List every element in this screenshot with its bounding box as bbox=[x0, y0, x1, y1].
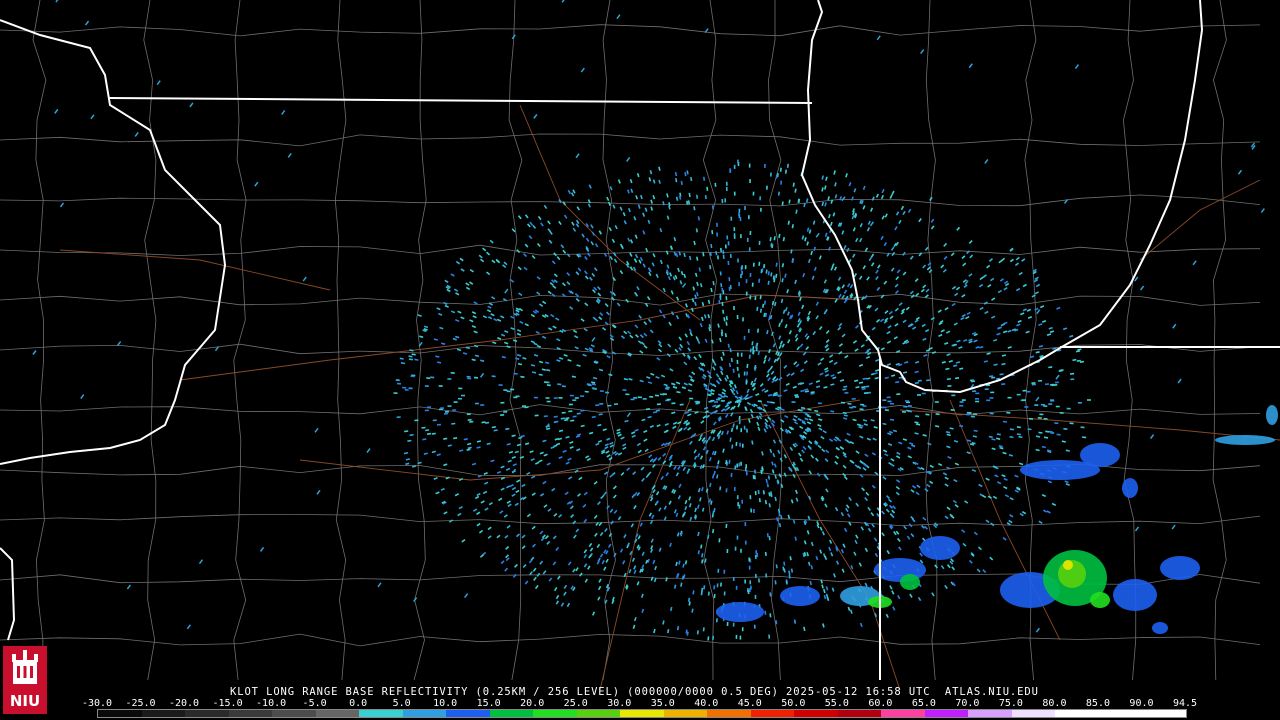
scale-swatch bbox=[1098, 710, 1143, 717]
scale-label: 30.0 bbox=[607, 698, 632, 709]
scale-label: 0.0 bbox=[349, 698, 368, 709]
echo-cell bbox=[900, 574, 920, 590]
reflectivity-color-scale bbox=[97, 709, 1187, 718]
scale-swatch bbox=[576, 710, 621, 717]
scale-label: 70.0 bbox=[955, 698, 980, 709]
scale-swatch bbox=[837, 710, 882, 717]
scale-swatch bbox=[446, 710, 490, 717]
scale-swatch bbox=[315, 710, 360, 717]
scale-swatch bbox=[707, 710, 751, 717]
scale-swatch bbox=[272, 710, 316, 717]
niu-castle-icon bbox=[12, 650, 38, 684]
scale-swatch bbox=[98, 710, 142, 717]
radar-map bbox=[0, 0, 1280, 720]
scale-swatch bbox=[750, 710, 795, 717]
scale-label: 80.0 bbox=[1042, 698, 1067, 709]
logo-text: NIU bbox=[10, 692, 40, 710]
echo-cell bbox=[920, 536, 960, 560]
scale-swatch bbox=[968, 710, 1012, 717]
scale-label: 20.0 bbox=[520, 698, 545, 709]
scale-label: 40.0 bbox=[694, 698, 719, 709]
scale-swatch bbox=[1011, 710, 1056, 717]
scale-swatch bbox=[1055, 710, 1099, 717]
scale-label: 15.0 bbox=[476, 698, 501, 709]
scale-swatch bbox=[402, 710, 447, 717]
scale-swatch bbox=[185, 710, 229, 717]
scale-label: 10.0 bbox=[433, 698, 458, 709]
scale-label: 25.0 bbox=[563, 698, 588, 709]
echo-cell bbox=[716, 602, 764, 622]
scale-label: 65.0 bbox=[911, 698, 936, 709]
scale-swatch bbox=[620, 710, 664, 717]
scale-swatch bbox=[533, 710, 577, 717]
scale-swatch bbox=[141, 710, 186, 717]
echo-cell bbox=[1266, 405, 1278, 425]
scale-swatch bbox=[228, 710, 273, 717]
scale-label: 90.0 bbox=[1129, 698, 1154, 709]
scale-label: -15.0 bbox=[212, 698, 243, 709]
echo-cell bbox=[1090, 592, 1110, 608]
scale-label: 60.0 bbox=[868, 698, 893, 709]
scale-label: -5.0 bbox=[302, 698, 327, 709]
echo-cell bbox=[1152, 622, 1168, 634]
scale-swatch bbox=[489, 710, 534, 717]
echo-cell bbox=[780, 586, 820, 606]
scale-swatch bbox=[359, 710, 403, 717]
scale-label: 5.0 bbox=[392, 698, 411, 709]
scale-label: -30.0 bbox=[81, 698, 113, 709]
scale-swatch bbox=[663, 710, 708, 717]
echo-cell bbox=[1215, 435, 1275, 445]
scale-label: 94.5 bbox=[1172, 698, 1198, 709]
scale-label: -25.0 bbox=[125, 698, 156, 709]
echo-cell bbox=[1122, 478, 1138, 498]
scale-swatch bbox=[1142, 710, 1186, 717]
scale-label: 75.0 bbox=[998, 698, 1023, 709]
scale-label: -10.0 bbox=[256, 698, 287, 709]
scale-label: -20.0 bbox=[168, 698, 200, 709]
echo-cell bbox=[1080, 443, 1120, 467]
echo-cell bbox=[1063, 560, 1073, 570]
scale-swatch bbox=[881, 710, 925, 717]
scale-label: 35.0 bbox=[650, 698, 675, 709]
scale-label: 85.0 bbox=[1085, 698, 1110, 709]
scale-label: 45.0 bbox=[737, 698, 762, 709]
echo-cell bbox=[1113, 579, 1157, 611]
niu-logo: NIU bbox=[3, 646, 47, 714]
scale-swatch bbox=[924, 710, 969, 717]
scale-label: 55.0 bbox=[824, 698, 849, 709]
product-caption: KLOT LONG RANGE BASE REFLECTIVITY (0.25K… bbox=[230, 686, 1039, 698]
scale-label: 50.0 bbox=[781, 698, 806, 709]
scale-swatch bbox=[794, 710, 838, 717]
echo-cell bbox=[1160, 556, 1200, 580]
